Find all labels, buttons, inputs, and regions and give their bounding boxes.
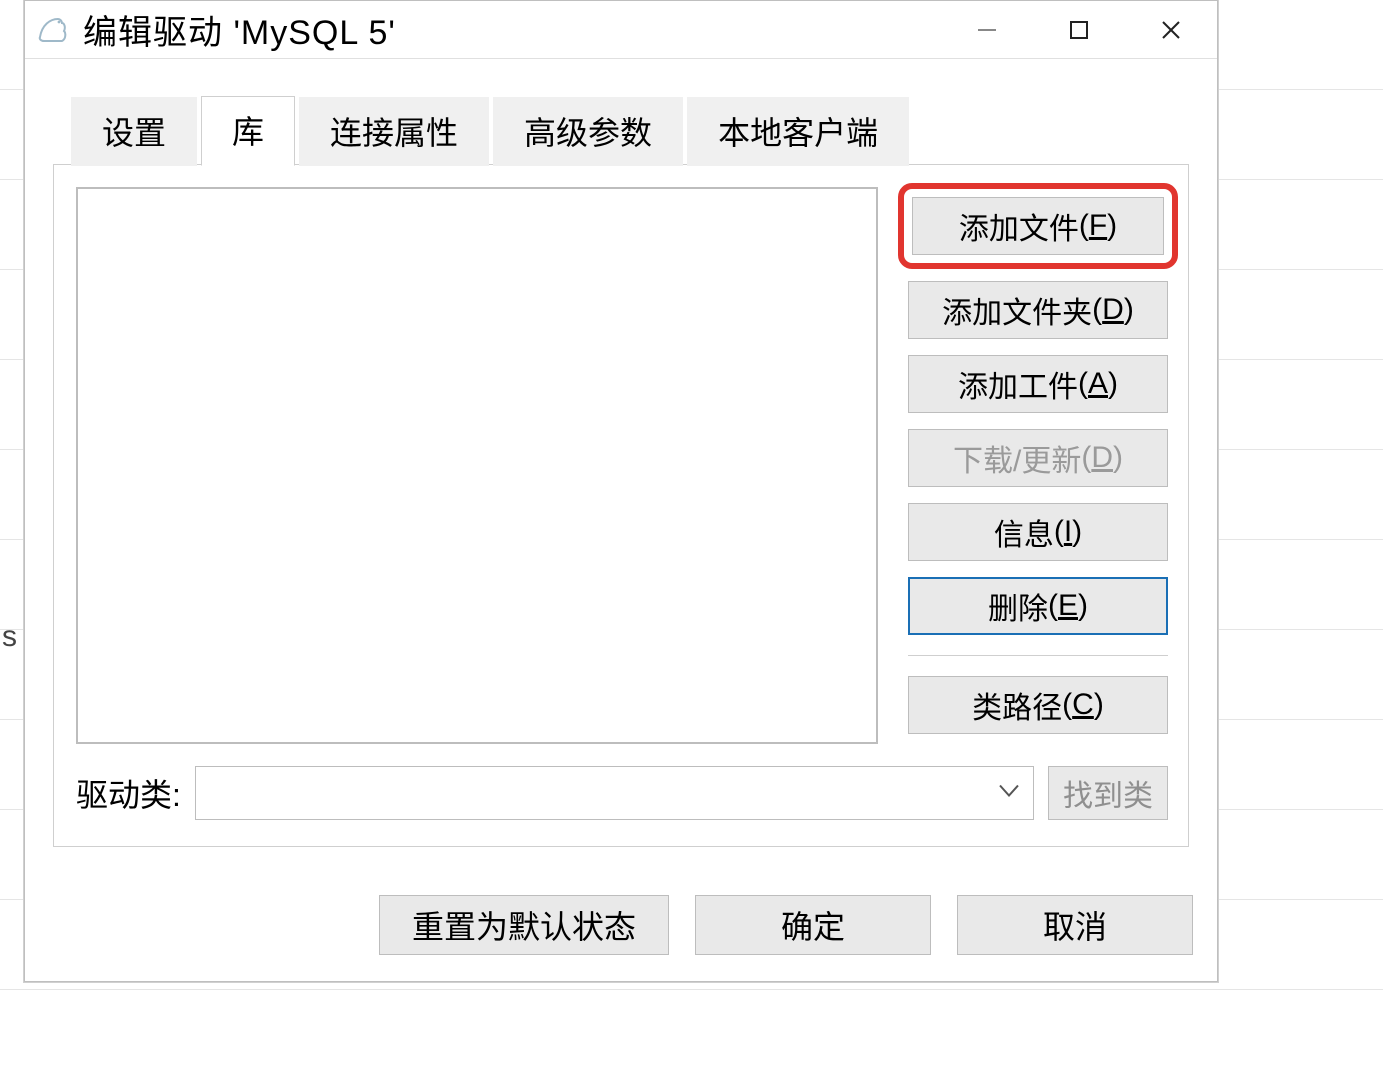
info-mnemonic: I [1064, 515, 1072, 549]
download-update-label: 下载/更新 [953, 436, 1081, 480]
edit-driver-dialog: 编辑驱动 'MySQL 5' 设置 库 连接属性 高级参数 本地客户端 [24, 0, 1218, 982]
tab-connection-properties[interactable]: 连接属性 [299, 97, 489, 166]
add-file-button[interactable]: 添加文件(F) [912, 197, 1164, 255]
library-file-list[interactable] [76, 187, 878, 744]
library-tab-panel: 添加文件(F) 添加文件夹(D) 添加工件(A) 下载/更新(D) 信息(I) [53, 164, 1189, 847]
ok-button[interactable]: 确定 [695, 895, 931, 955]
add-folder-label: 添加文件夹 [942, 288, 1092, 332]
window-controls [941, 1, 1217, 58]
classpath-label: 类路径 [972, 683, 1062, 727]
delete-button[interactable]: 删除(E) [908, 577, 1168, 635]
delete-mnemonic: E [1058, 589, 1078, 623]
close-button[interactable] [1125, 1, 1217, 58]
highlight-add-file: 添加文件(F) [898, 183, 1178, 269]
driver-class-row: 驱动类: 找到类 [76, 766, 1168, 820]
minimize-icon [976, 19, 998, 41]
dialog-body: 设置 库 连接属性 高级参数 本地客户端 添加文件(F) 添加文件夹(D) [25, 59, 1217, 865]
add-folder-mnemonic: D [1102, 293, 1124, 327]
library-side-buttons: 添加文件(F) 添加文件夹(D) 添加工件(A) 下载/更新(D) 信息(I) [908, 187, 1168, 744]
delete-label: 删除 [988, 584, 1048, 628]
tab-local-client[interactable]: 本地客户端 [687, 97, 909, 166]
tabbar: 设置 库 连接属性 高级参数 本地客户端 [53, 95, 1189, 165]
driver-class-input[interactable] [195, 766, 1034, 820]
tab-advanced-parameters[interactable]: 高级参数 [493, 97, 683, 166]
add-artifact-button[interactable]: 添加工件(A) [908, 355, 1168, 413]
classpath-button[interactable]: 类路径(C) [908, 676, 1168, 734]
bg-cell-text: s [2, 620, 17, 654]
find-class-button[interactable]: 找到类 [1048, 766, 1168, 820]
download-update-mnemonic: D [1091, 441, 1113, 475]
info-button[interactable]: 信息(I) [908, 503, 1168, 561]
add-file-label: 添加文件 [959, 204, 1079, 248]
add-file-mnemonic: F [1089, 209, 1107, 243]
add-artifact-mnemonic: A [1088, 367, 1108, 401]
app-icon [35, 12, 71, 48]
minimize-button[interactable] [941, 1, 1033, 58]
driver-class-combo[interactable] [195, 766, 1034, 820]
maximize-icon [1068, 19, 1090, 41]
classpath-mnemonic: C [1072, 688, 1094, 722]
dialog-footer: 重置为默认状态 确定 取消 [25, 865, 1217, 981]
reset-defaults-button[interactable]: 重置为默认状态 [379, 895, 669, 955]
titlebar: 编辑驱动 'MySQL 5' [25, 1, 1217, 59]
side-divider [908, 655, 1168, 656]
maximize-button[interactable] [1033, 1, 1125, 58]
add-folder-button[interactable]: 添加文件夹(D) [908, 281, 1168, 339]
close-icon [1159, 18, 1183, 42]
info-label: 信息 [994, 510, 1054, 554]
tab-library[interactable]: 库 [201, 96, 295, 166]
cancel-button[interactable]: 取消 [957, 895, 1193, 955]
add-artifact-label: 添加工件 [958, 362, 1078, 406]
library-area: 添加文件(F) 添加文件夹(D) 添加工件(A) 下载/更新(D) 信息(I) [76, 187, 1168, 744]
window-title: 编辑驱动 'MySQL 5' [83, 5, 396, 54]
download-update-button[interactable]: 下载/更新(D) [908, 429, 1168, 487]
driver-class-label: 驱动类: [76, 770, 181, 816]
tab-settings[interactable]: 设置 [71, 97, 197, 166]
